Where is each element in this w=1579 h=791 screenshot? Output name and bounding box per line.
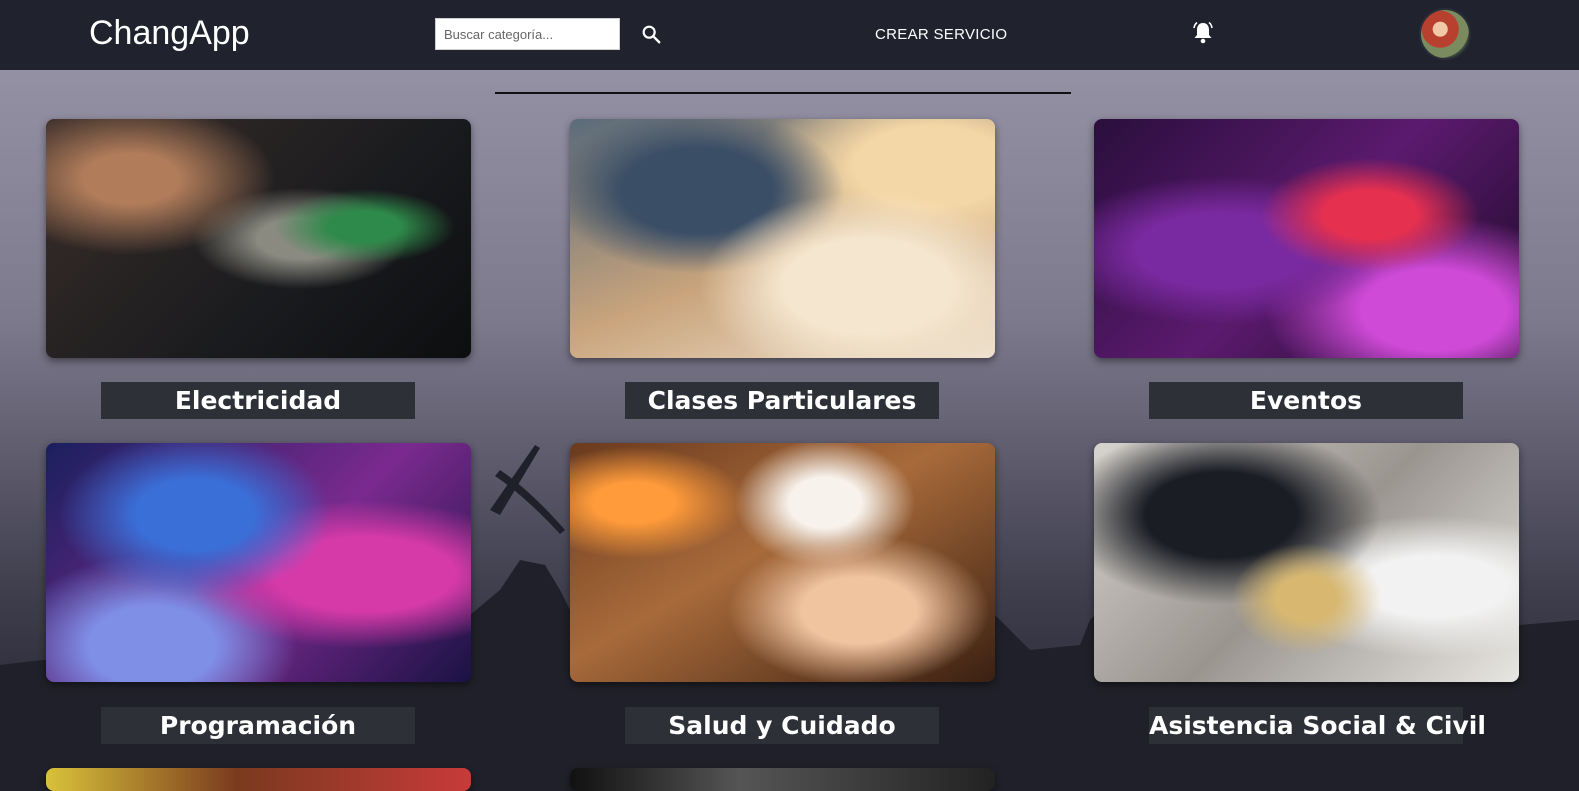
section-divider xyxy=(495,92,1071,94)
category-image-electricity[interactable] xyxy=(46,119,471,358)
category-label-private-classes[interactable]: Clases Particulares xyxy=(625,382,939,419)
create-service-link[interactable]: CREAR SERVICIO xyxy=(875,26,1007,43)
category-image-private-classes[interactable] xyxy=(570,119,995,358)
category-image-partial-2[interactable] xyxy=(570,768,995,791)
category-label-social-civil[interactable]: Asistencia Social & Civil xyxy=(1149,707,1486,744)
category-label-events[interactable]: Eventos xyxy=(1149,382,1463,419)
category-image-partial-1[interactable] xyxy=(46,768,471,791)
category-image-social-civil[interactable] xyxy=(1094,443,1519,682)
app-logo[interactable]: ChangApp xyxy=(89,14,250,53)
bell-icon[interactable] xyxy=(1191,20,1215,46)
top-navbar: ChangApp CREAR SERVICIO xyxy=(0,0,1579,70)
category-label-health-care[interactable]: Salud y Cuidado xyxy=(625,707,939,744)
search-input[interactable] xyxy=(435,18,620,50)
category-label-electricity[interactable]: Electricidad xyxy=(101,382,415,419)
category-image-health-care[interactable] xyxy=(570,443,995,682)
user-avatar[interactable] xyxy=(1419,8,1471,60)
category-label-programming[interactable]: Programación xyxy=(101,707,415,744)
category-image-events[interactable] xyxy=(1094,119,1519,358)
category-image-programming[interactable] xyxy=(46,443,471,682)
search-icon[interactable] xyxy=(640,23,662,45)
